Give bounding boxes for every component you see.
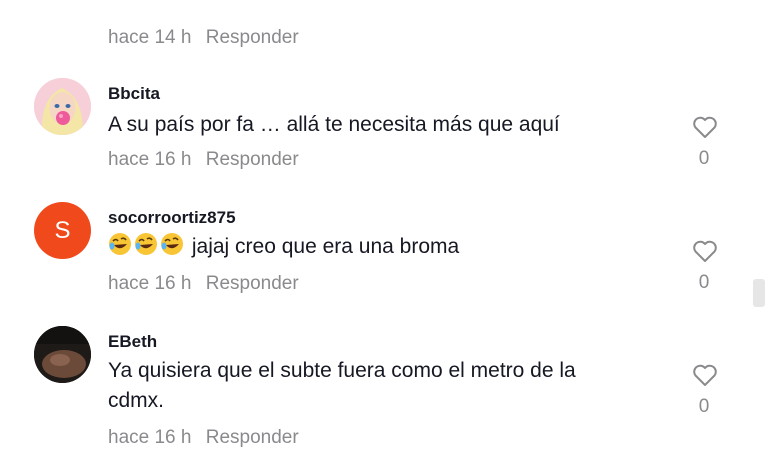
comment-meta: hace 16 h Responder [108,273,299,295]
avatar[interactable] [34,326,91,383]
comment-time: hace 14 h [108,27,192,48]
like-count: 0 [698,272,710,293]
like-button[interactable] [692,239,718,263]
username[interactable]: socorroortiz875 [108,208,236,228]
doll-avatar-icon [34,78,91,135]
heart-outline-icon [693,364,717,386]
like-button[interactable] [692,115,718,139]
comment-meta: hace 16 h Responder [108,427,299,449]
comment-text-line: Ya quisiera que el subte fuera como el m… [108,359,576,382]
username[interactable]: EBeth [108,332,157,352]
avatar[interactable] [34,78,91,135]
comment-text: A su país por fa … allá te necesita más … [108,113,560,136]
comment-time: hace 16 h [108,149,192,170]
like-count: 0 [698,396,710,417]
comment-text: Ya quisiera que el subte fuera como el m… [108,356,648,416]
comment-text: jajaj creo que era una broma [108,232,648,262]
username[interactable]: Bbcita [108,84,160,104]
previous-comment-meta: hace 14 h Responder [108,27,299,49]
like-button[interactable] [692,363,718,387]
reply-button[interactable]: Responder [206,27,299,48]
rolling-laughing-emoji-icon [161,233,183,255]
rolling-laughing-emoji-icon [109,233,131,255]
reply-button[interactable]: Responder [206,273,299,294]
comment-text-line: cdmx. [108,389,165,412]
rolling-laughing-emoji-icon [135,233,157,255]
heart-outline-icon [693,240,717,262]
avatar-letter: S [54,216,71,244]
dark-photo-avatar-icon [34,326,91,383]
comment-time: hace 16 h [108,273,192,294]
avatar[interactable]: S [34,202,91,259]
scrollbar-thumb[interactable] [753,279,765,307]
reply-button[interactable]: Responder [206,149,299,170]
like-count: 0 [698,148,710,169]
comment-time: hace 16 h [108,427,192,448]
heart-outline-icon [693,116,717,138]
reply-button[interactable]: Responder [206,427,299,448]
comment-text-body: jajaj creo que era una broma [191,235,460,258]
comment-meta: hace 16 h Responder [108,149,299,171]
